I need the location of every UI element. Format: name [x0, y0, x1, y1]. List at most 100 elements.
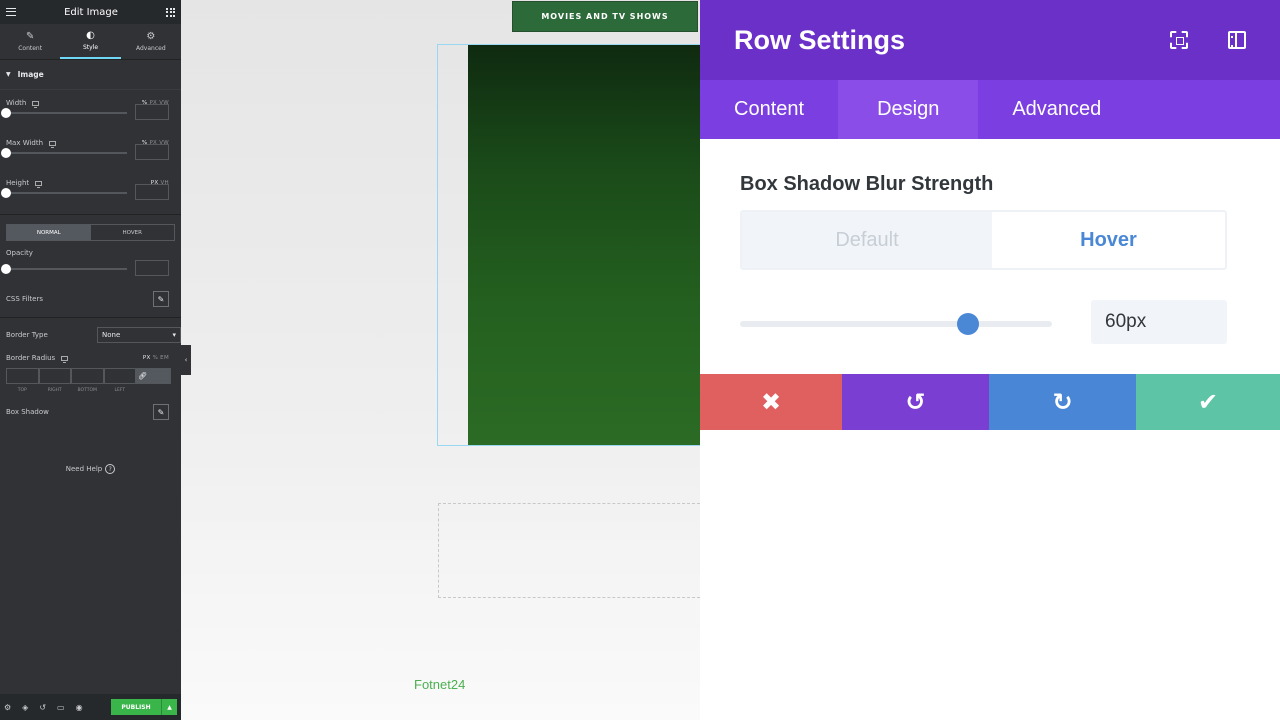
- max-width-slider-handle[interactable]: [1, 148, 11, 158]
- border-type-value: None: [102, 331, 121, 339]
- selected-image-frame[interactable]: [437, 44, 700, 446]
- caret-up-icon: ▲: [167, 703, 172, 711]
- height-control: Height PX VH: [0, 170, 181, 210]
- desktop-icon[interactable]: [32, 100, 40, 108]
- publish-options-button[interactable]: ▲: [161, 699, 177, 715]
- desktop-icon[interactable]: [61, 355, 69, 363]
- tab-normal[interactable]: NORMAL: [7, 225, 91, 240]
- max-width-label-wrap: Max Width: [6, 139, 57, 148]
- opacity-control: Opacity: [0, 245, 181, 285]
- site-logo[interactable]: Fotnet24: [414, 677, 465, 692]
- opacity-slider-track[interactable]: [6, 268, 127, 270]
- navigator-icon[interactable]: ◈: [22, 703, 28, 712]
- redo-button[interactable]: ↻: [989, 374, 1136, 430]
- header-actions: [1170, 31, 1246, 49]
- height-label: Height: [6, 179, 30, 187]
- desktop-icon[interactable]: [49, 140, 57, 148]
- divider: [0, 317, 181, 318]
- height-slider-handle[interactable]: [1, 188, 11, 198]
- menu-icon[interactable]: [6, 8, 16, 16]
- border-radius-units[interactable]: PX % EM: [143, 355, 169, 361]
- grass-image: [468, 45, 700, 445]
- side-label-left: LEFT: [114, 388, 126, 393]
- redo-icon: ↻: [1052, 388, 1073, 416]
- tab-hover[interactable]: HOVER: [91, 225, 175, 240]
- width-input[interactable]: [135, 104, 169, 120]
- panel-title: Edit Image: [64, 6, 118, 18]
- tab-style-label: Style: [82, 43, 99, 51]
- undo-button[interactable]: ↺: [842, 374, 989, 430]
- unit-px[interactable]: PX: [143, 355, 151, 361]
- link-values-button[interactable]: 🔗︎: [136, 368, 171, 384]
- border-radius-header: Border Radius PX % EM: [0, 348, 181, 368]
- unit-percent[interactable]: %: [153, 355, 159, 361]
- width-slider-track[interactable]: [6, 112, 127, 114]
- opacity-input[interactable]: [135, 260, 169, 276]
- responsive-icon[interactable]: ▭: [57, 703, 65, 712]
- blur-slider-handle[interactable]: [957, 313, 979, 335]
- side-label-bottom: BOTTOM: [77, 388, 97, 393]
- radius-bottom-input[interactable]: [71, 368, 104, 384]
- tab-style[interactable]: ◐ Style: [60, 24, 121, 59]
- opacity-slider-handle[interactable]: [1, 264, 11, 274]
- max-width-input[interactable]: [135, 144, 169, 160]
- movies-tv-shows-button[interactable]: MOVIES AND TV SHOWS: [512, 1, 698, 32]
- field-label: Box Shadow Blur Strength: [740, 173, 994, 195]
- widgets-grid-icon[interactable]: [166, 7, 175, 17]
- state-hover-button[interactable]: Hover: [992, 212, 1225, 268]
- sidebar-layout-icon[interactable]: [1228, 31, 1246, 49]
- side-label-top: TOP: [17, 388, 27, 393]
- border-radius-label-wrap: Border Radius: [6, 354, 69, 363]
- close-icon: ✖: [760, 388, 782, 416]
- radius-right-input[interactable]: [38, 368, 71, 384]
- panel-collapse-toggle[interactable]: ‹: [181, 345, 191, 375]
- width-label-wrap: Width: [6, 99, 40, 108]
- section-image-toggle[interactable]: ▼ Image: [0, 60, 181, 90]
- box-shadow-edit-button[interactable]: ✎: [153, 404, 169, 420]
- save-button[interactable]: ✔: [1136, 374, 1280, 430]
- width-label: Width: [6, 99, 27, 107]
- checkmark-icon: ✔: [1197, 388, 1219, 416]
- tab-advanced[interactable]: Advanced: [978, 80, 1135, 139]
- fullscreen-icon[interactable]: [1170, 31, 1188, 49]
- history-icon[interactable]: ↺: [39, 703, 46, 712]
- tab-content[interactable]: Content: [700, 80, 838, 139]
- css-filters-edit-button[interactable]: ✎: [153, 291, 169, 307]
- blur-slider-track[interactable]: [740, 321, 1052, 327]
- panel-footer: ⚙ ◈ ↺ ▭ ◉ PUBLISH ▲: [0, 694, 181, 720]
- box-shadow-row: Box Shadow ✎: [0, 398, 181, 426]
- width-slider-handle[interactable]: [1, 108, 11, 118]
- settings-icon[interactable]: ⚙: [4, 703, 11, 712]
- blur-value-input[interactable]: 60px: [1091, 300, 1227, 344]
- link-icon: 🔗︎: [137, 371, 170, 381]
- publish-button[interactable]: PUBLISH: [111, 699, 161, 715]
- preview-eye-icon[interactable]: ◉: [76, 703, 83, 712]
- caret-down-icon: ▼: [6, 71, 11, 78]
- max-width-slider-track[interactable]: [6, 152, 127, 154]
- blur-range-row: 60px: [740, 300, 1240, 374]
- height-input[interactable]: [135, 184, 169, 200]
- border-type-select[interactable]: None ▾: [97, 327, 181, 343]
- modal-action-bar: ✖ ↺ ↻ ✔: [700, 374, 1280, 430]
- undo-icon: ↺: [905, 388, 926, 416]
- cancel-button[interactable]: ✖: [700, 374, 842, 430]
- tab-design[interactable]: Design: [838, 80, 979, 139]
- row-settings-tabs: Content Design Advanced: [700, 80, 1280, 139]
- box-shadow-label: Box Shadow: [6, 408, 49, 416]
- tab-advanced[interactable]: ⚙ Advanced: [121, 24, 181, 59]
- gear-icon: ⚙: [146, 30, 156, 42]
- chevron-left-icon: ‹: [184, 356, 188, 364]
- row-settings-header: Row Settings: [700, 0, 1280, 80]
- state-default-button[interactable]: Default: [742, 212, 992, 268]
- radius-left-input[interactable]: [103, 368, 136, 384]
- need-help-link[interactable]: Need Help?: [0, 464, 181, 474]
- height-slider-track[interactable]: [6, 192, 127, 194]
- modal-title: Row Settings: [734, 24, 906, 55]
- radius-top-input[interactable]: [6, 368, 39, 384]
- tab-content[interactable]: ✎ Content: [0, 24, 60, 59]
- desktop-icon[interactable]: [35, 180, 43, 188]
- pencil-icon: ✎: [157, 407, 165, 417]
- border-radius-inputs: 🔗︎: [6, 368, 175, 384]
- unit-em[interactable]: EM: [160, 355, 169, 361]
- empty-section-placeholder[interactable]: [438, 503, 700, 598]
